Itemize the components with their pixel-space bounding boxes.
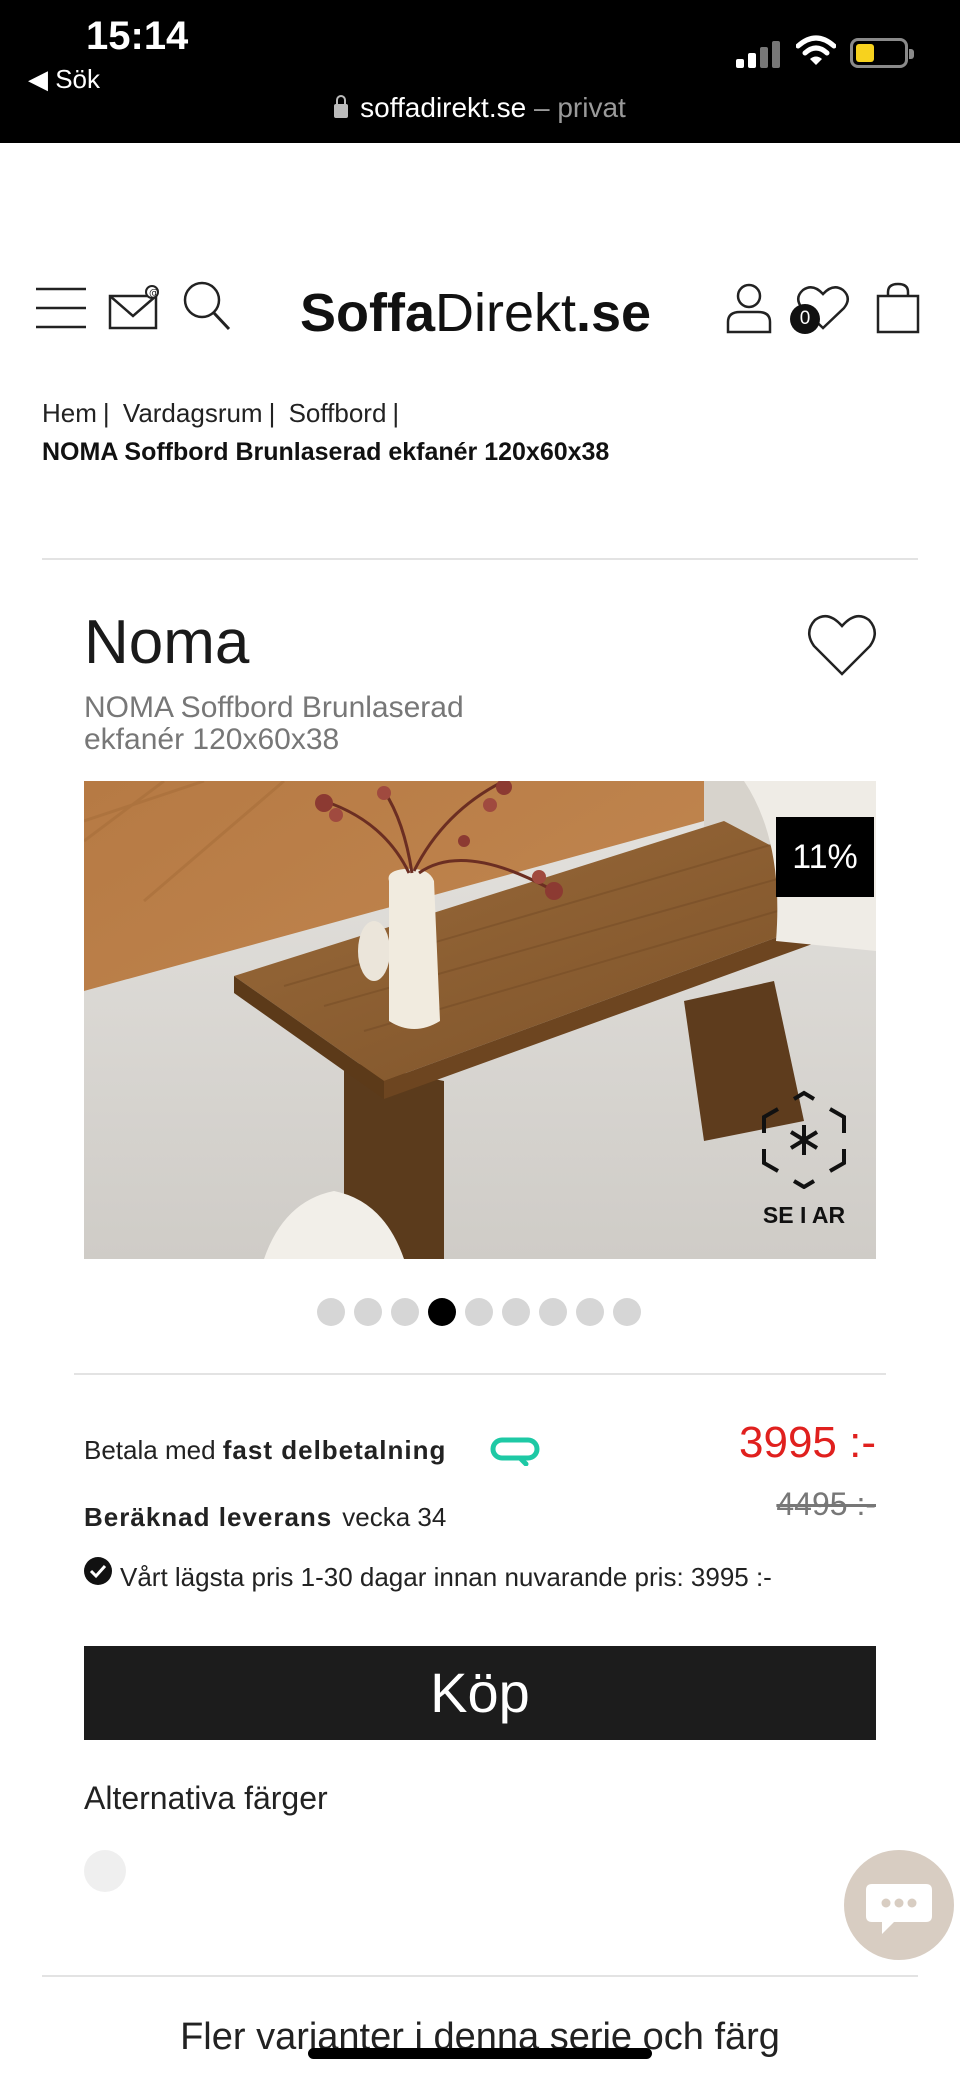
delivery-estimate: Beräknad leverans vecka 34 [84, 1502, 447, 1532]
installment-provider-icon [490, 1437, 540, 1466]
user-icon[interactable] [726, 282, 772, 334]
breadcrumb: Hem | Vardagsrum | Soffbord | [42, 398, 400, 428]
svg-text:@: @ [149, 288, 159, 299]
lowest-price-note: Vårt lägsta pris 1-30 dagar innan nuvara… [120, 1562, 772, 1592]
mail-icon[interactable]: @ [108, 284, 162, 330]
url-text: soffadirekt.se [360, 92, 527, 123]
home-indicator[interactable] [308, 2048, 652, 2059]
product-image[interactable]: 11% SE I AR [84, 781, 876, 1259]
breadcrumb-home[interactable]: Hem [42, 398, 97, 428]
view-in-ar-button[interactable]: SE I AR [756, 1089, 852, 1229]
buy-button[interactable]: Köp [84, 1646, 876, 1740]
divider [42, 1975, 918, 1977]
search-icon[interactable] [182, 280, 232, 332]
breadcrumb-soffbord[interactable]: Soffbord [289, 398, 387, 428]
alternative-colors-title: Alternativa färger [84, 1780, 328, 1816]
carousel-dot[interactable] [613, 1298, 641, 1326]
menu-icon[interactable] [36, 286, 86, 330]
status-bar: 15:14 ◀ Sök soffadirekt.se – privat [0, 0, 960, 143]
carousel-dot[interactable] [391, 1298, 419, 1326]
address-bar[interactable]: soffadirekt.se – privat [0, 92, 960, 124]
carousel-dot[interactable] [354, 1298, 382, 1326]
back-to-search-link[interactable]: ◀ Sök [28, 64, 100, 95]
divider [74, 1373, 886, 1375]
checkmark-icon [84, 1557, 112, 1585]
carousel-dot[interactable] [465, 1298, 493, 1326]
carousel-dot[interactable] [502, 1298, 530, 1326]
signal-icon [736, 40, 782, 68]
color-swatch[interactable] [84, 1850, 126, 1892]
site-logo[interactable]: SoffaDirekt.se [300, 282, 651, 344]
bag-icon[interactable] [876, 282, 920, 334]
payment-info: Betala med fast delbetalning [84, 1435, 447, 1465]
chat-button[interactable] [844, 1850, 954, 1960]
breadcrumb-current: NOMA Soffbord Brunlaserad ekfanér 120x60… [42, 438, 610, 466]
carousel-dot-active[interactable] [428, 1298, 456, 1326]
ar-label: SE I AR [762, 1202, 846, 1228]
wifi-icon [796, 35, 836, 65]
current-price: 3995 :- [739, 1418, 876, 1467]
wishlist-count-badge: 0 [790, 304, 820, 334]
divider [42, 558, 918, 560]
battery-icon [850, 38, 914, 68]
discount-badge: 11% [776, 817, 874, 897]
ar-cube-icon [762, 1090, 846, 1190]
chat-bubble-icon [866, 1884, 932, 1934]
breadcrumb-vardagsrum[interactable]: Vardagsrum [123, 398, 263, 428]
private-label: – privat [533, 92, 626, 123]
lock-icon [334, 95, 349, 118]
original-price: 4495 :- [776, 1486, 876, 1522]
carousel-dot[interactable] [539, 1298, 567, 1326]
carousel-dot[interactable] [317, 1298, 345, 1326]
add-to-wishlist-heart-icon[interactable] [806, 612, 878, 678]
carousel-dot[interactable] [576, 1298, 604, 1326]
product-subtitle: NOMA Soffbord Brunlaserad ekfanér 120x60… [84, 691, 464, 756]
product-title: Noma [84, 608, 250, 677]
clock: 15:14 [86, 14, 189, 58]
image-carousel-dots [317, 1298, 641, 1326]
